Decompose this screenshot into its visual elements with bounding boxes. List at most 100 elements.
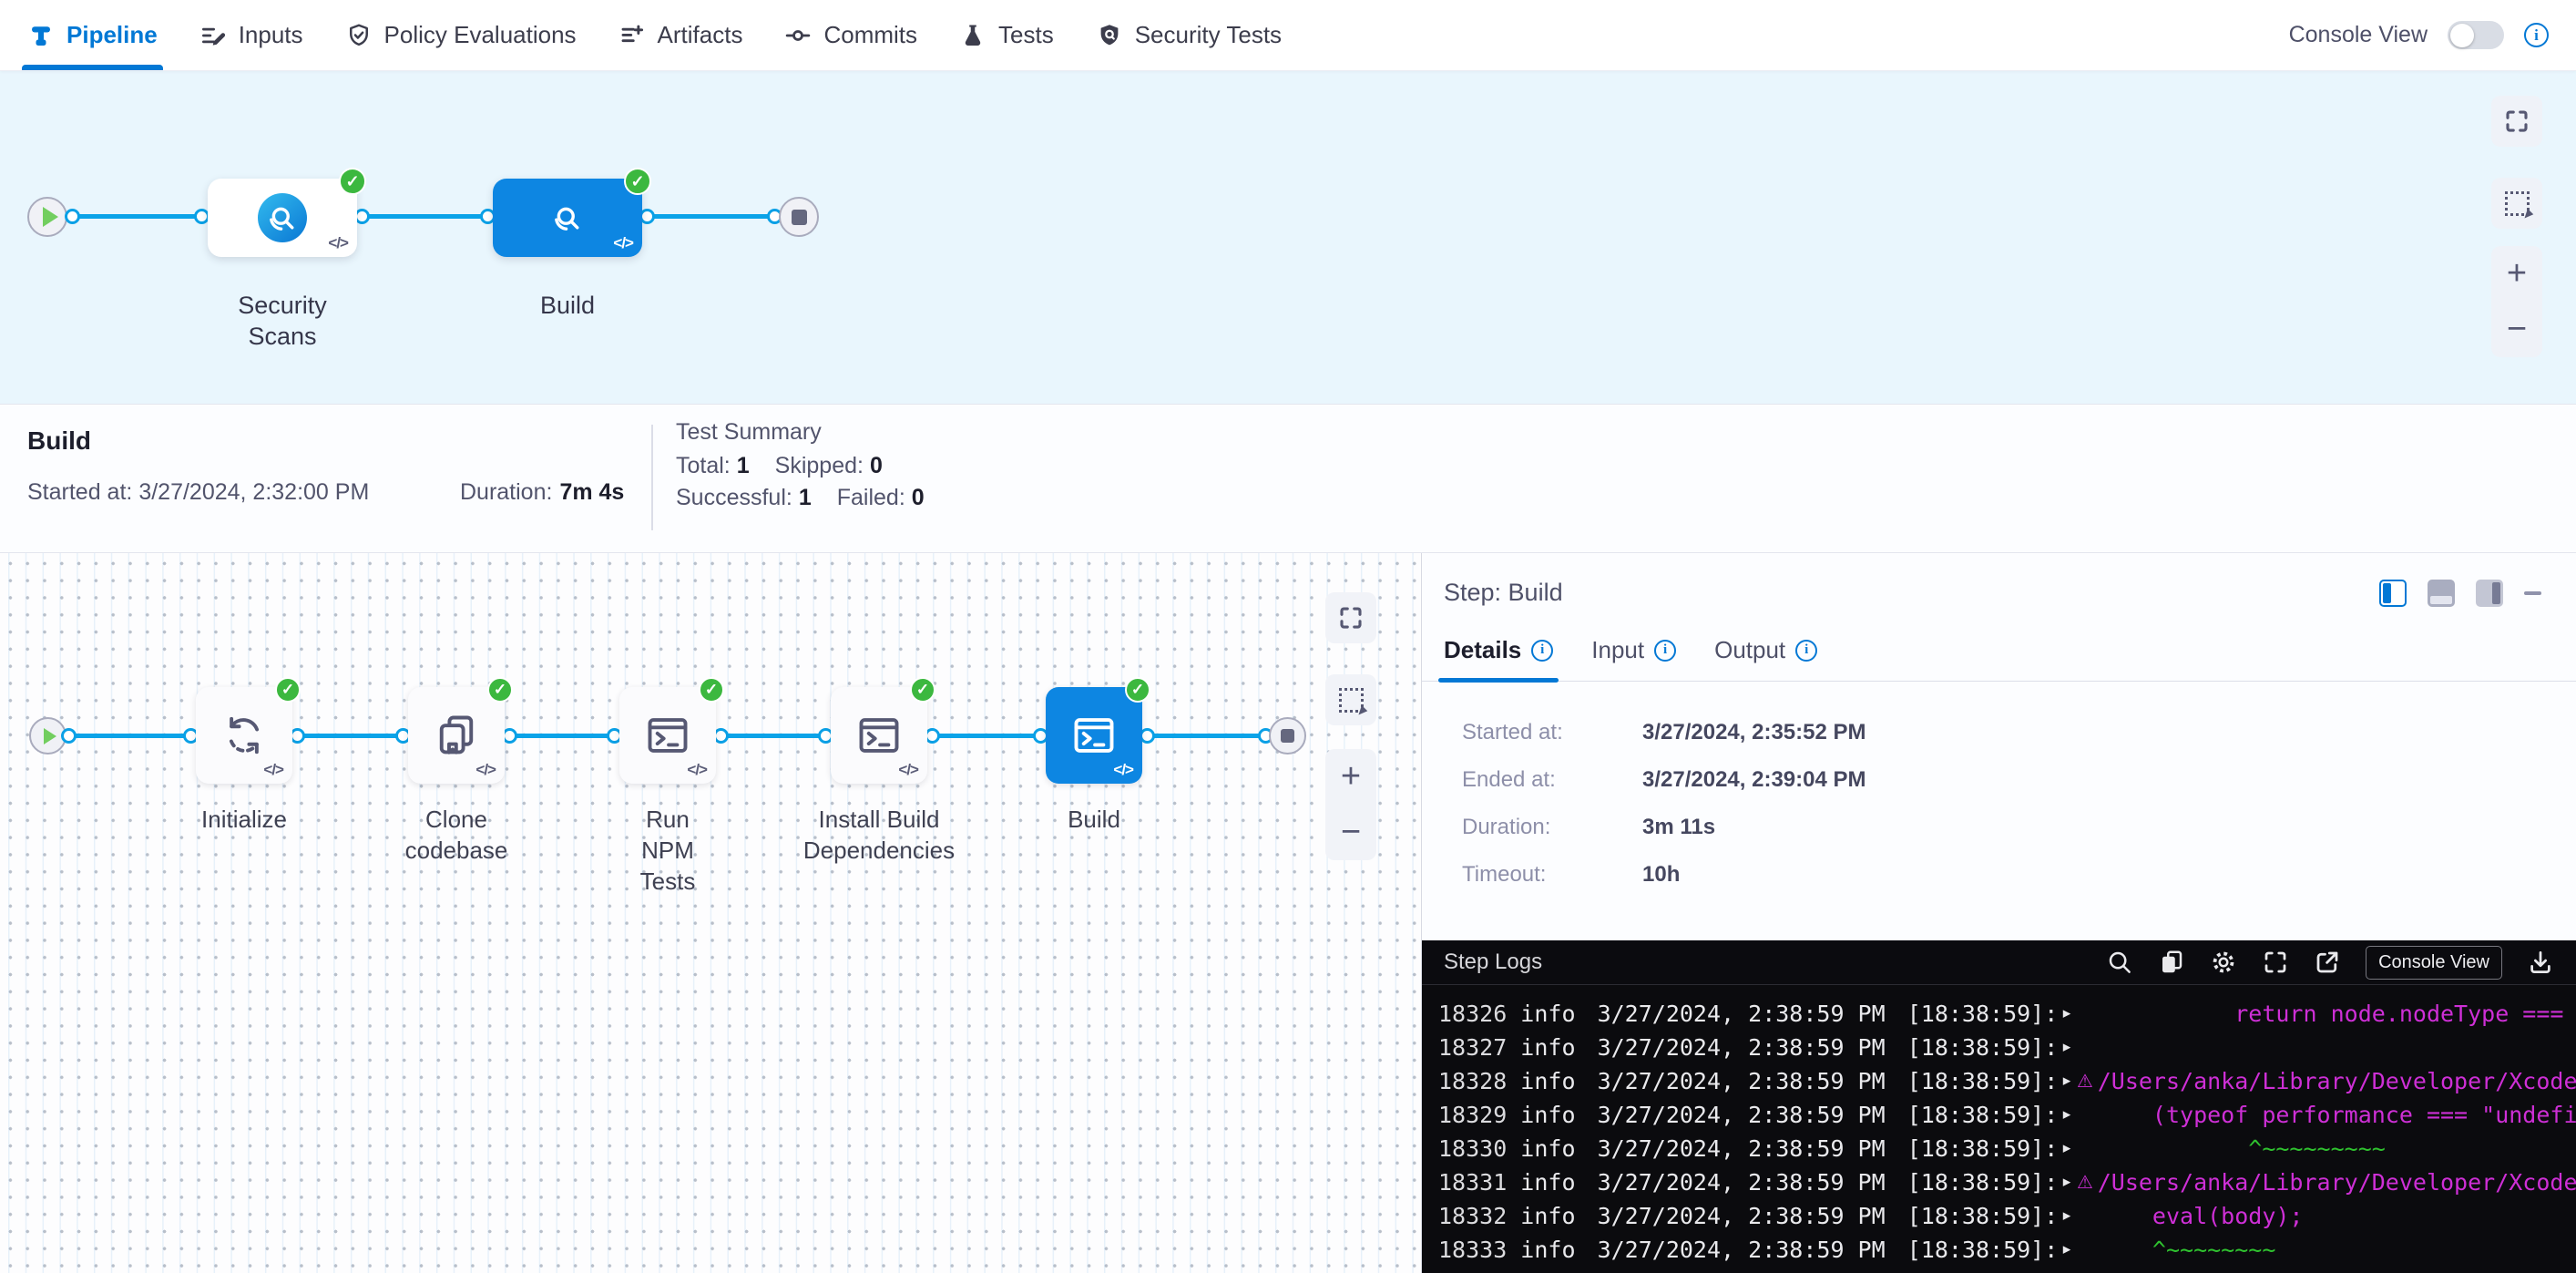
detail-label: Timeout: [1462,862,1642,888]
download-icon[interactable] [2527,949,2554,976]
inputs-icon [199,22,227,49]
marquee-select-icon [2505,191,2530,216]
log-row[interactable]: 18330 info 3/27/2024, 2:38:59 PM [18:38:… [1438,1132,2576,1165]
log-row[interactable]: 18326 info 3/27/2024, 2:38:59 PM [18:38:… [1438,997,2576,1031]
log-message [2098,1031,2576,1064]
step-graph-canvas[interactable]: ✓ </> Initialize [0,553,1421,1273]
expand-arrow-icon[interactable]: ▸ [2063,1031,2077,1064]
success-check-icon: ✓ [624,168,651,195]
nav-tab-label: Policy Evaluations [384,21,577,49]
log-row[interactable]: 18331 info 3/27/2024, 2:38:59 PM [18:38:… [1438,1165,2576,1199]
console-view-button[interactable]: Console View [2366,946,2502,980]
nav-tab[interactable]: Pipeline [27,0,158,70]
detail-row: Started at: 3/27/2024, 2:35:52 PM [1462,720,2576,745]
step-card[interactable]: ✓ </> Clone codebase [408,687,505,784]
log-timestamp: 3/27/2024, 2:38:59 PM [1598,997,1886,1031]
expand-arrow-icon[interactable]: ▸ [2063,997,2077,1031]
log-row[interactable]: 18327 info 3/27/2024, 2:38:59 PM [18:38:… [1438,1031,2576,1064]
test-summary-row: Total:1 Skipped:0 [676,453,925,479]
test-summary: Test Summary Total:1 Skipped:0 Successfu… [676,419,925,511]
settings-gear-icon[interactable] [2210,949,2237,976]
fullscreen-icon[interactable] [2262,949,2289,976]
step-card[interactable]: ✓ </> Build [1046,687,1142,784]
log-row[interactable]: 18328 info 3/27/2024, 2:38:59 PM [18:38:… [1438,1064,2576,1098]
log-level: info [1520,1031,1575,1064]
log-line-number: 18332 [1438,1199,1507,1233]
log-level: info [1520,997,1575,1031]
artifacts-icon [618,22,646,49]
step-end-node [1269,717,1306,755]
expand-arrow-icon[interactable]: ▸ [2063,1132,2077,1165]
stage-pipeline-canvas[interactable]: ✓ </> Security Scans ✓ </> Build [0,71,2576,404]
stage-card[interactable]: ✓ </> Security Scans [208,179,357,257]
code-chevrons-icon: </> [328,234,348,252]
log-time: [18:38:59]: [1907,1132,2059,1165]
log-level: info [1520,1132,1575,1165]
nav-tab[interactable]: Tests [959,0,1054,70]
terminal-icon [1070,712,1118,759]
layout-bottom-button[interactable] [2428,580,2455,607]
stop-icon [792,210,807,225]
console-view-toggle[interactable] [2448,21,2504,49]
warning-icon [2077,1233,2098,1267]
minimize-panel-button[interactable] [2524,591,2541,595]
logs-title: Step Logs [1444,950,1542,975]
nav-tab[interactable]: Inputs [199,0,303,70]
step-card[interactable]: ✓ </> Initialize [196,687,292,784]
stage-card[interactable]: ✓ </> Build [493,179,642,257]
nav-tab[interactable]: Security Tests [1096,0,1282,70]
layout-right-button[interactable] [2476,580,2503,607]
step-card[interactable]: ✓ </> Run NPM Tests [619,687,716,784]
warning-icon [2077,1132,2098,1165]
test-summary-title: Test Summary [676,419,925,446]
fullscreen-button[interactable] [2491,96,2542,147]
search-icon[interactable] [2106,949,2133,976]
nav-right: Console View i [2289,21,2549,49]
expand-arrow-icon[interactable]: ▸ [2063,1098,2077,1132]
nav-tab[interactable]: Artifacts [618,0,743,70]
terminal-icon [855,712,903,759]
run-duration-value: 7m 4s [559,479,624,505]
zoom-out-button[interactable]: − [1325,805,1376,860]
expand-arrow-icon[interactable]: ▸ [2063,1199,2077,1233]
detail-row: Ended at: 3/27/2024, 2:39:04 PM [1462,767,2576,793]
info-icon[interactable]: i [2524,23,2549,47]
expand-arrow-icon[interactable]: ▸ [2063,1165,2077,1199]
console-view-label: Console View [2289,22,2428,48]
nav-tab[interactable]: Commits [784,0,917,70]
panel-tab[interactable]: Details i [1444,636,1553,681]
log-body[interactable]: 18326 info 3/27/2024, 2:38:59 PM [18:38:… [1422,985,2576,1273]
step-details: Started at: 3/27/2024, 2:35:52 PM Ended … [1422,682,2576,940]
layout-split-right-button[interactable] [2379,580,2407,607]
security-scan-stage-icon [258,193,307,242]
info-icon[interactable]: i [1795,640,1817,662]
marquee-select-button[interactable] [1325,674,1376,725]
marquee-select-icon [1339,688,1364,713]
step-card[interactable]: ✓ </> Install Build Dependencies [831,687,927,784]
test-stat: Successful:1 [676,485,812,511]
log-timestamp: 3/27/2024, 2:38:59 PM [1598,1233,1886,1267]
policy-evaluations-icon [345,22,373,49]
zoom-in-button[interactable]: + [1325,749,1376,805]
log-row[interactable]: 18333 info 3/27/2024, 2:38:59 PM [18:38:… [1438,1233,2576,1267]
copy-icon[interactable] [2158,949,2185,976]
log-row[interactable]: 18329 info 3/27/2024, 2:38:59 PM [18:38:… [1438,1098,2576,1132]
expand-arrow-icon[interactable]: ▸ [2063,1233,2077,1267]
log-timestamp: 3/27/2024, 2:38:59 PM [1598,1098,1886,1132]
panel-tab[interactable]: Input i [1591,636,1676,681]
panel-tab[interactable]: Output i [1714,636,1817,681]
zoom-controls: + − [2491,246,2542,357]
open-in-new-icon[interactable] [2314,949,2341,976]
detail-value: 10h [1642,862,1680,888]
nav-tab[interactable]: Policy Evaluations [345,0,577,70]
zoom-out-button[interactable]: − [2491,302,2542,357]
log-row[interactable]: 18332 info 3/27/2024, 2:38:59 PM [18:38:… [1438,1199,2576,1233]
expand-arrow-icon[interactable]: ▸ [2063,1064,2077,1098]
info-icon[interactable]: i [1654,640,1676,662]
marquee-select-button[interactable] [2491,178,2542,229]
fullscreen-button[interactable] [1325,592,1376,643]
step-logs: Step Logs Console View [1422,940,2576,1273]
info-icon[interactable]: i [1531,640,1553,662]
zoom-in-button[interactable]: + [2491,246,2542,302]
tests-icon [959,22,986,49]
